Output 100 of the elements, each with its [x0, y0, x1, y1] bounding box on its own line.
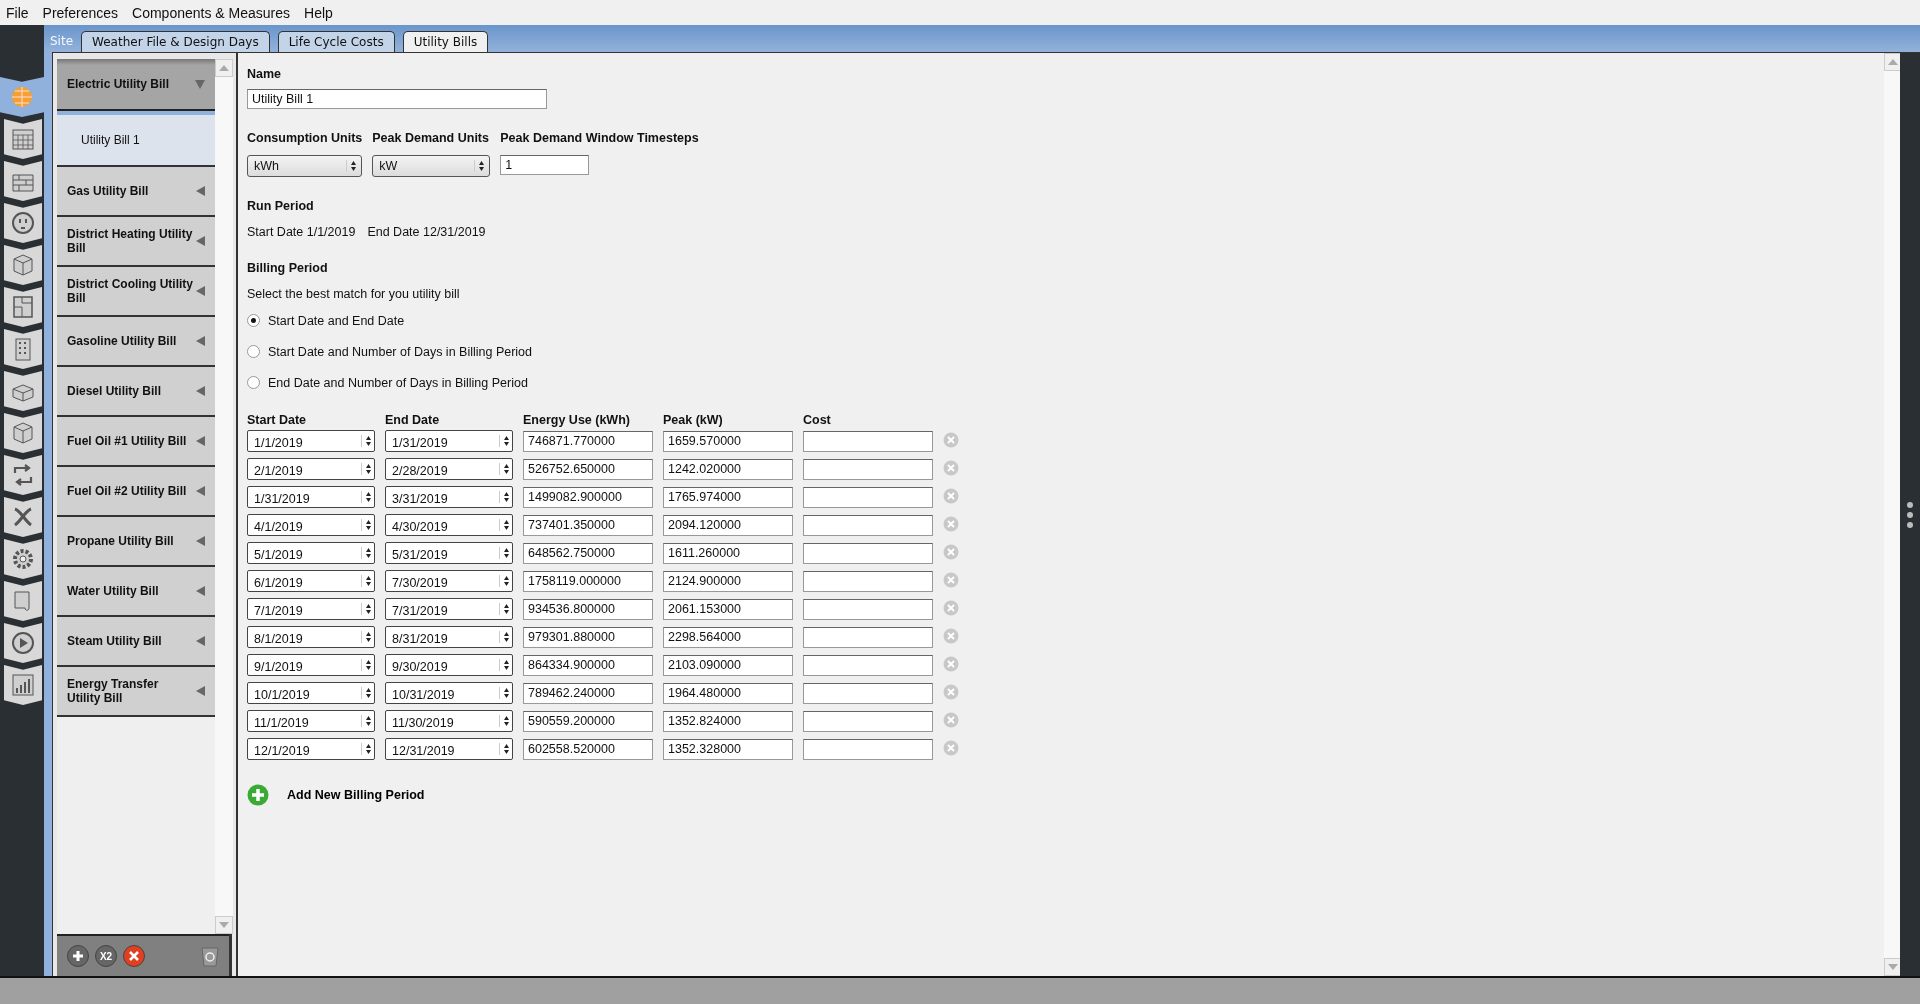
date-spinbox[interactable]: 1/31/2019 [247, 486, 375, 508]
radio-label[interactable]: Start Date and End Date [268, 313, 405, 328]
peak-field[interactable]: 1964.480000 [663, 682, 793, 704]
spinner-arrows-icon[interactable] [361, 631, 372, 643]
spinner-arrows-icon[interactable] [361, 659, 372, 671]
spinner-arrows-icon[interactable] [499, 491, 510, 503]
radio-button[interactable] [247, 376, 260, 389]
spinner-arrows-icon[interactable] [499, 435, 510, 447]
peak-field[interactable]: 2103.090000 [663, 654, 793, 676]
menu-item[interactable]: Preferences [42, 4, 119, 21]
peak-field[interactable]: 1242.020000 [663, 458, 793, 480]
date-spinbox[interactable]: 11/30/2019 [385, 710, 513, 732]
peak-field[interactable]: 2061.153000 [663, 598, 793, 620]
menu-item[interactable]: Components & Measures [132, 4, 290, 21]
date-spinbox[interactable]: 1/1/2019 [247, 430, 375, 452]
spinner-arrows-icon[interactable] [474, 160, 486, 172]
category-header[interactable]: Propane Utility Bill [57, 517, 215, 567]
spinner-arrows-icon[interactable] [361, 491, 372, 503]
category-header[interactable]: Electric Utility Bill [57, 59, 215, 111]
peak-field[interactable]: 1352.328000 [663, 738, 793, 760]
radio-label[interactable]: End Date and Number of Days in Billing Period [268, 375, 528, 390]
date-spinbox[interactable]: 8/31/2019 [385, 626, 513, 648]
tab[interactable]: Utility Bills [402, 31, 489, 52]
cost-field[interactable] [803, 542, 933, 564]
date-spinbox[interactable]: 2/1/2019 [247, 458, 375, 480]
spinner-arrows-icon[interactable] [361, 743, 372, 755]
spinner-arrows-icon[interactable] [361, 463, 372, 475]
spinner-arrows-icon[interactable] [361, 547, 372, 559]
nav-tab[interactable] [4, 161, 42, 201]
spinner-arrows-icon[interactable] [499, 715, 510, 727]
date-spinbox[interactable]: 9/1/2019 [247, 654, 375, 676]
category-header[interactable]: Diesel Utility Bill [57, 367, 215, 417]
menu-item[interactable]: Help [304, 4, 333, 21]
energy-field[interactable]: 737401.350000 [523, 514, 653, 536]
list-item[interactable]: Utility Bill 1 [57, 111, 215, 167]
units-dropdown[interactable]: kW [372, 155, 491, 177]
date-spinbox[interactable]: 6/1/2019 [247, 570, 375, 592]
peak-field[interactable]: 2124.900000 [663, 570, 793, 592]
cost-field[interactable] [803, 654, 933, 676]
spinner-arrows-icon[interactable] [361, 715, 372, 727]
nav-tab[interactable] [0, 77, 44, 117]
date-spinbox[interactable]: 8/1/2019 [247, 626, 375, 648]
grip-icon[interactable] [1906, 499, 1914, 530]
date-spinbox[interactable]: 10/31/2019 [385, 682, 513, 704]
cost-field[interactable] [803, 710, 933, 732]
cost-field[interactable] [803, 598, 933, 620]
radio-button[interactable] [247, 314, 260, 327]
units-dropdown[interactable]: kWh [247, 155, 362, 177]
energy-field[interactable]: 1758119.000000 [523, 570, 653, 592]
nav-tab[interactable] [4, 539, 42, 579]
date-spinbox[interactable]: 2/28/2019 [385, 458, 513, 480]
category-header[interactable]: District Heating Utility Bill [57, 217, 215, 267]
nav-tab[interactable] [4, 581, 42, 621]
cost-field[interactable] [803, 458, 933, 480]
energy-field[interactable]: 979301.880000 [523, 626, 653, 648]
energy-field[interactable]: 746871.770000 [523, 430, 653, 452]
spinner-arrows-icon[interactable] [499, 631, 510, 643]
energy-field[interactable]: 602558.520000 [523, 738, 653, 760]
energy-field[interactable]: 1499082.900000 [523, 486, 653, 508]
add-button[interactable] [67, 945, 89, 967]
category-header[interactable]: Water Utility Bill [57, 567, 215, 617]
nav-tab[interactable] [4, 203, 42, 243]
nav-tab[interactable] [4, 413, 42, 453]
cost-field[interactable] [803, 738, 933, 760]
spinner-arrows-icon[interactable] [499, 659, 510, 671]
nav-tab[interactable] [4, 455, 42, 495]
category-header[interactable]: Gas Utility Bill [57, 167, 215, 217]
date-spinbox[interactable]: 12/31/2019 [385, 738, 513, 760]
timesteps-field[interactable]: 1 [500, 155, 590, 175]
spinner-arrows-icon[interactable] [361, 687, 372, 699]
spinner-arrows-icon[interactable] [499, 463, 510, 475]
energy-field[interactable]: 789462.240000 [523, 682, 653, 704]
category-header[interactable]: Energy Transfer Utility Bill [57, 667, 215, 717]
date-spinbox[interactable]: 7/31/2019 [385, 598, 513, 620]
spinner-arrows-icon[interactable] [499, 603, 510, 615]
radio-label[interactable]: Start Date and Number of Days in Billing Period [268, 344, 532, 359]
category-header[interactable]: Steam Utility Bill [57, 617, 215, 667]
peak-field[interactable]: 1765.974000 [663, 486, 793, 508]
name-field[interactable]: Utility Bill 1 [247, 89, 547, 109]
cost-field[interactable] [803, 682, 933, 704]
spinner-arrows-icon[interactable] [499, 687, 510, 699]
category-header[interactable]: Fuel Oil #1 Utility Bill [57, 417, 215, 467]
date-spinbox[interactable]: 9/30/2019 [385, 654, 513, 676]
radio-button[interactable] [247, 345, 260, 358]
date-spinbox[interactable]: 4/30/2019 [385, 514, 513, 536]
category-header[interactable]: District Cooling Utility Bill [57, 267, 215, 317]
date-spinbox[interactable]: 3/31/2019 [385, 486, 513, 508]
energy-field[interactable]: 864334.900000 [523, 654, 653, 676]
spinner-arrows-icon[interactable] [499, 743, 510, 755]
nav-tab[interactable] [4, 329, 42, 369]
peak-field[interactable]: 2094.120000 [663, 514, 793, 536]
date-spinbox[interactable]: 1/31/2019 [385, 430, 513, 452]
spinner-arrows-icon[interactable] [346, 160, 357, 172]
peak-field[interactable]: 1352.824000 [663, 710, 793, 732]
nav-tab[interactable] [4, 245, 42, 285]
spinner-arrows-icon[interactable] [499, 519, 510, 531]
spinner-arrows-icon[interactable] [361, 575, 372, 587]
menu-item[interactable]: File [6, 4, 29, 21]
cost-field[interactable] [803, 570, 933, 592]
delete-button[interactable] [123, 945, 145, 967]
